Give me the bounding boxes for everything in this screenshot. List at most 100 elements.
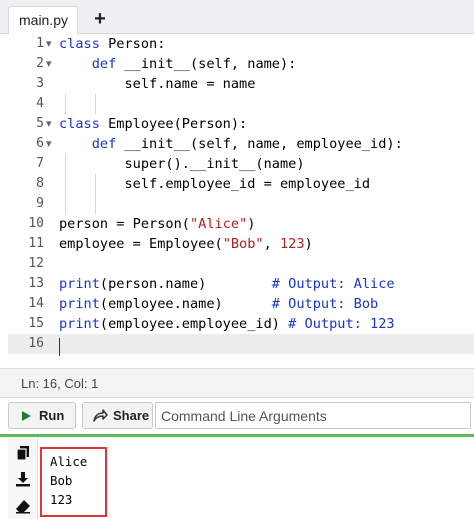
- code-token: __init__(self, name, employee_id):: [116, 136, 403, 152]
- line-number: 4: [36, 96, 44, 111]
- indent-guide: [65, 154, 66, 174]
- indent-guide: [95, 94, 96, 114]
- add-tab-button[interactable]: +: [86, 6, 114, 34]
- code-line[interactable]: 8 self.employee_id = employee_id: [8, 174, 474, 194]
- code-token: print: [59, 316, 100, 332]
- code-line[interactable]: 16: [8, 334, 474, 354]
- code-token: ): [304, 236, 313, 252]
- code-token: def: [91, 56, 117, 72]
- code-token: person = Person(: [59, 216, 190, 232]
- code-line[interactable]: 15 print(employee.employee_id) # Output: …: [8, 314, 474, 334]
- line-number: 3: [36, 76, 44, 91]
- copy-icon[interactable]: [15, 445, 31, 461]
- code-line[interactable]: 3 self.name = name: [8, 74, 474, 94]
- command-line-arguments-input[interactable]: [155, 402, 471, 429]
- output-line: 123: [50, 492, 73, 507]
- code-token: 123: [279, 236, 305, 252]
- code-token: # Output: Bob: [271, 296, 379, 312]
- code-token: super().__init__(name): [59, 156, 305, 172]
- code-token: Person:: [99, 36, 166, 52]
- code-text: def __init__(self, name):: [59, 54, 297, 74]
- output-line: Bob: [50, 473, 73, 488]
- code-line[interactable]: 7 super().__init__(name): [8, 154, 474, 174]
- code-token: print: [59, 276, 100, 292]
- code-token: print: [59, 296, 100, 312]
- program-output: Alice Bob 123: [50, 452, 87, 509]
- code-text: print(person.name) # Output: Alice: [59, 274, 395, 294]
- code-token: class: [59, 116, 100, 132]
- code-token: __init__(self, name):: [116, 56, 297, 72]
- code-token: ,: [263, 236, 280, 252]
- code-line[interactable]: 12: [8, 254, 474, 274]
- code-editor[interactable]: 1 ▾ class Person: 2 ▾ def __init__(self, nam…: [8, 34, 474, 368]
- tab-bar: main.py +: [0, 0, 474, 34]
- code-token: ): [247, 216, 256, 232]
- code-text: def __init__(self, name, employee_id):: [59, 134, 403, 154]
- line-number: 15: [28, 316, 44, 331]
- text-cursor: [59, 338, 60, 356]
- code-line[interactable]: 13 print(person.name) # Output: Alice: [8, 274, 474, 294]
- play-icon: [22, 411, 31, 421]
- code-token: (person.name): [99, 276, 272, 292]
- line-number: 12: [28, 256, 44, 271]
- run-label: Run: [39, 408, 65, 423]
- code-text: person = Person("Alice"): [59, 214, 255, 234]
- code-token: Employee(Person):: [99, 116, 248, 132]
- line-number: 11: [28, 236, 44, 251]
- fold-arrow-icon[interactable]: ▾: [46, 54, 58, 74]
- code-line[interactable]: 6 ▾ def __init__(self, name, employee_id)…: [8, 134, 474, 154]
- code-token: self.employee_id = employee_id: [59, 176, 370, 192]
- indent-guide: [65, 174, 66, 214]
- code-line[interactable]: 9: [8, 194, 474, 214]
- code-line[interactable]: 11 employee = Employee("Bob", 123): [8, 234, 474, 254]
- download-icon[interactable]: [15, 471, 31, 487]
- line-number: 5: [36, 116, 44, 131]
- output-sidebar: [8, 437, 38, 519]
- line-number: 10: [28, 216, 44, 231]
- code-line[interactable]: 5 ▾ class Employee(Person):: [8, 114, 474, 134]
- share-button[interactable]: Share: [82, 402, 153, 429]
- fold-arrow-icon[interactable]: ▾: [46, 114, 58, 134]
- code-token: (employee.employee_id): [99, 316, 289, 332]
- line-number: 8: [36, 176, 44, 191]
- line-number: 1: [36, 36, 44, 51]
- output-line: Alice: [50, 454, 88, 469]
- code-text: class Person:: [59, 34, 165, 54]
- code-token: class: [59, 36, 100, 52]
- code-text: super().__init__(name): [59, 154, 305, 174]
- code-line[interactable]: 1 ▾ class Person:: [8, 34, 474, 54]
- highlighted-output: Alice Bob 123: [40, 447, 107, 517]
- indent-guide: [95, 174, 96, 214]
- fold-arrow-icon[interactable]: ▾: [46, 34, 58, 54]
- code-line[interactable]: 10 person = Person("Alice"): [8, 214, 474, 234]
- code-text: class Employee(Person):: [59, 114, 247, 134]
- plus-icon: +: [94, 8, 106, 30]
- code-token: "Bob": [222, 236, 264, 252]
- tab-main-py[interactable]: main.py: [8, 6, 78, 34]
- tab-label: main.py: [19, 12, 69, 28]
- eraser-icon[interactable]: [15, 498, 31, 514]
- cursor-position: Ln: 16, Col: 1: [21, 376, 99, 391]
- code-line[interactable]: 4: [8, 94, 474, 114]
- run-button[interactable]: Run: [8, 402, 76, 429]
- output-panel: Alice Bob 123: [0, 434, 474, 519]
- line-number: 16: [28, 336, 44, 351]
- code-token: employee = Employee(: [59, 236, 223, 252]
- line-number: 14: [28, 296, 44, 311]
- fold-arrow-icon[interactable]: ▾: [46, 134, 58, 154]
- line-number: 13: [28, 276, 44, 291]
- line-number: 2: [36, 56, 44, 71]
- code-text: print(employee.employee_id) # Output: 12…: [59, 314, 395, 334]
- code-line[interactable]: 14 print(employee.name) # Output: Bob: [8, 294, 474, 314]
- status-bar: Ln: 16, Col: 1: [0, 368, 474, 398]
- code-token: "Alice": [189, 216, 248, 232]
- code-text: employee = Employee("Bob", 123): [59, 234, 313, 254]
- share-label: Share: [113, 408, 150, 423]
- code-token: (employee.name): [99, 296, 272, 312]
- code-token: # Output: 123: [288, 316, 395, 332]
- code-line[interactable]: 2 ▾ def __init__(self, name):: [8, 54, 474, 74]
- code-text: self.employee_id = employee_id: [59, 174, 370, 194]
- code-token: def: [91, 136, 117, 152]
